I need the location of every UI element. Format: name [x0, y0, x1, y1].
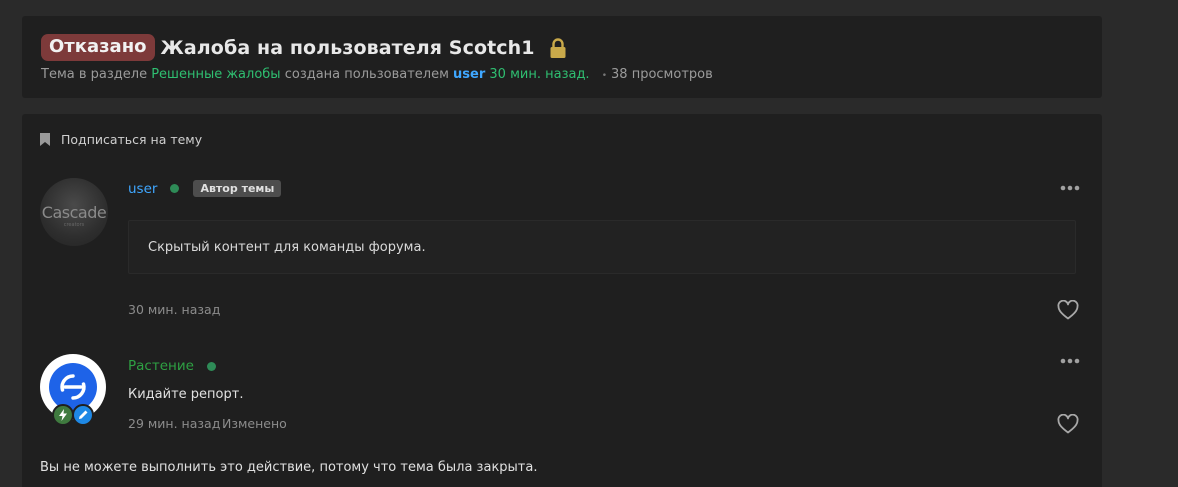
post-username[interactable]: Растение — [128, 358, 194, 374]
pencil-badge — [72, 404, 94, 426]
post-content: Кидайте репорт. — [128, 387, 244, 402]
post-author-row: user Автор темы — [128, 180, 282, 197]
avatar[interactable]: Cascade creators — [40, 178, 108, 246]
thread-title-row: Отказано Жалоба на пользователя Scotch1 — [41, 34, 567, 61]
status-badge[interactable]: Отказано — [41, 34, 155, 61]
pencil-icon — [79, 410, 88, 419]
heart-icon[interactable] — [1057, 414, 1079, 434]
author-badge: Автор темы — [193, 180, 282, 197]
created-time[interactable]: 30 мин. назад. — [489, 67, 589, 82]
online-indicator — [170, 184, 180, 193]
online-indicator — [206, 361, 216, 371]
bolt-icon — [59, 409, 67, 421]
post-date[interactable]: 30 мин. назад — [128, 302, 220, 317]
post-author-row: Растение — [128, 358, 216, 374]
closed-notice: Вы не можете выполнить это действие, пот… — [40, 460, 538, 475]
bookmark-icon — [40, 133, 50, 146]
more-icon[interactable] — [1060, 358, 1080, 364]
section-link[interactable]: Решенные жалобы — [151, 67, 280, 82]
thread-header: Отказано Жалоба на пользователя Scotch1 … — [22, 16, 1102, 98]
more-icon[interactable] — [1060, 185, 1080, 191]
meta-created-by: создана пользователем — [284, 67, 449, 82]
heart-icon[interactable] — [1057, 300, 1079, 320]
subscribe-button[interactable]: Подписаться на тему — [40, 132, 202, 147]
sync-logo-icon — [60, 374, 86, 400]
lock-icon — [550, 37, 566, 58]
post-username[interactable]: user — [128, 181, 157, 197]
bolt-badge — [52, 404, 74, 426]
avatar-logo-subtext: creators — [63, 222, 85, 228]
author-link[interactable]: user — [453, 67, 485, 82]
thread-body: Подписаться на тему Cascade creators use… — [22, 114, 1102, 487]
edited-label[interactable]: Изменено — [222, 416, 287, 431]
meta-separator: • — [601, 71, 608, 81]
subscribe-label: Подписаться на тему — [61, 132, 203, 147]
thread-meta: Тема в разделе Решенные жалобы создана п… — [41, 67, 713, 82]
avatar-logo — [49, 363, 97, 411]
meta-prefix: Тема в разделе — [41, 67, 148, 82]
page-title: Жалоба на пользователя Scotch1 — [160, 36, 535, 59]
avatar-logo-text: Cascade — [41, 202, 107, 222]
view-count: 38 просмотров — [611, 67, 713, 82]
post-date[interactable]: 29 мин. назад — [128, 416, 220, 431]
post-content: Скрытый контент для команды форума. — [128, 220, 1076, 274]
